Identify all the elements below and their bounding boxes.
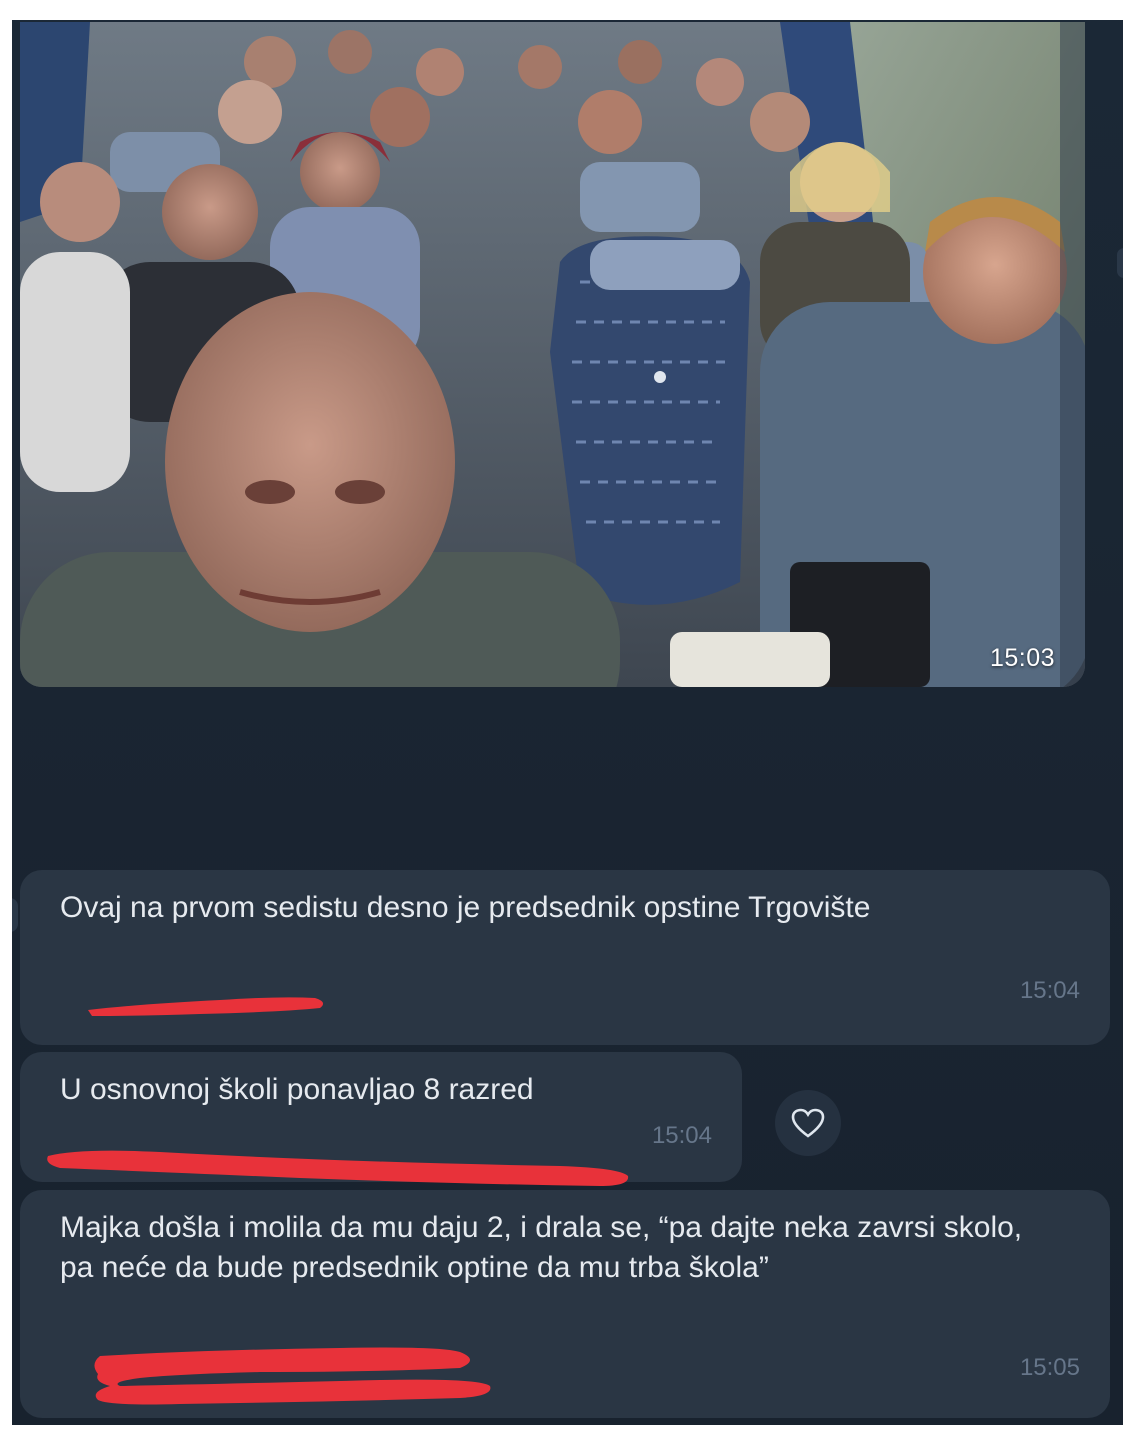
red-underline-marker <box>88 997 324 1016</box>
bus-selfie-photo[interactable] <box>20 22 1085 687</box>
message-bubble[interactable]: Ovaj na prvom sedistu desno je predsedni… <box>20 870 1110 1045</box>
heart-icon <box>791 1108 825 1138</box>
message-text: Ovaj na prvom sedistu desno je predsedni… <box>60 891 871 924</box>
react-button[interactable] <box>775 1090 841 1156</box>
chat-screen: 15:03 Ovaj na prvom sedistu desno je pre… <box>12 20 1123 1425</box>
message-timestamp: 15:05 <box>1019 1354 1080 1381</box>
message-timestamp: 15:04 <box>651 1122 712 1149</box>
message-timestamp: 15:04 <box>1019 977 1080 1004</box>
scroll-indicator <box>1117 248 1123 278</box>
avatar-edge <box>12 898 18 932</box>
message-bubble[interactable]: U osnovnoj školi ponavljao 8 razred 15:0… <box>20 1052 742 1186</box>
message-text: U osnovnoj školi ponavljao 8 razred <box>60 1073 534 1106</box>
message-bubble[interactable]: Majka došla i molila da mu daju 2, i dra… <box>20 1190 1110 1418</box>
photo-message[interactable]: 15:03 <box>20 22 1085 687</box>
red-underline-marker <box>47 1150 629 1186</box>
red-underline-marker <box>94 1347 491 1405</box>
message-text: Majka došla i molila da mu daju 2, i dra… <box>60 1211 1023 1284</box>
photo-timestamp: 15:03 <box>989 644 1055 672</box>
